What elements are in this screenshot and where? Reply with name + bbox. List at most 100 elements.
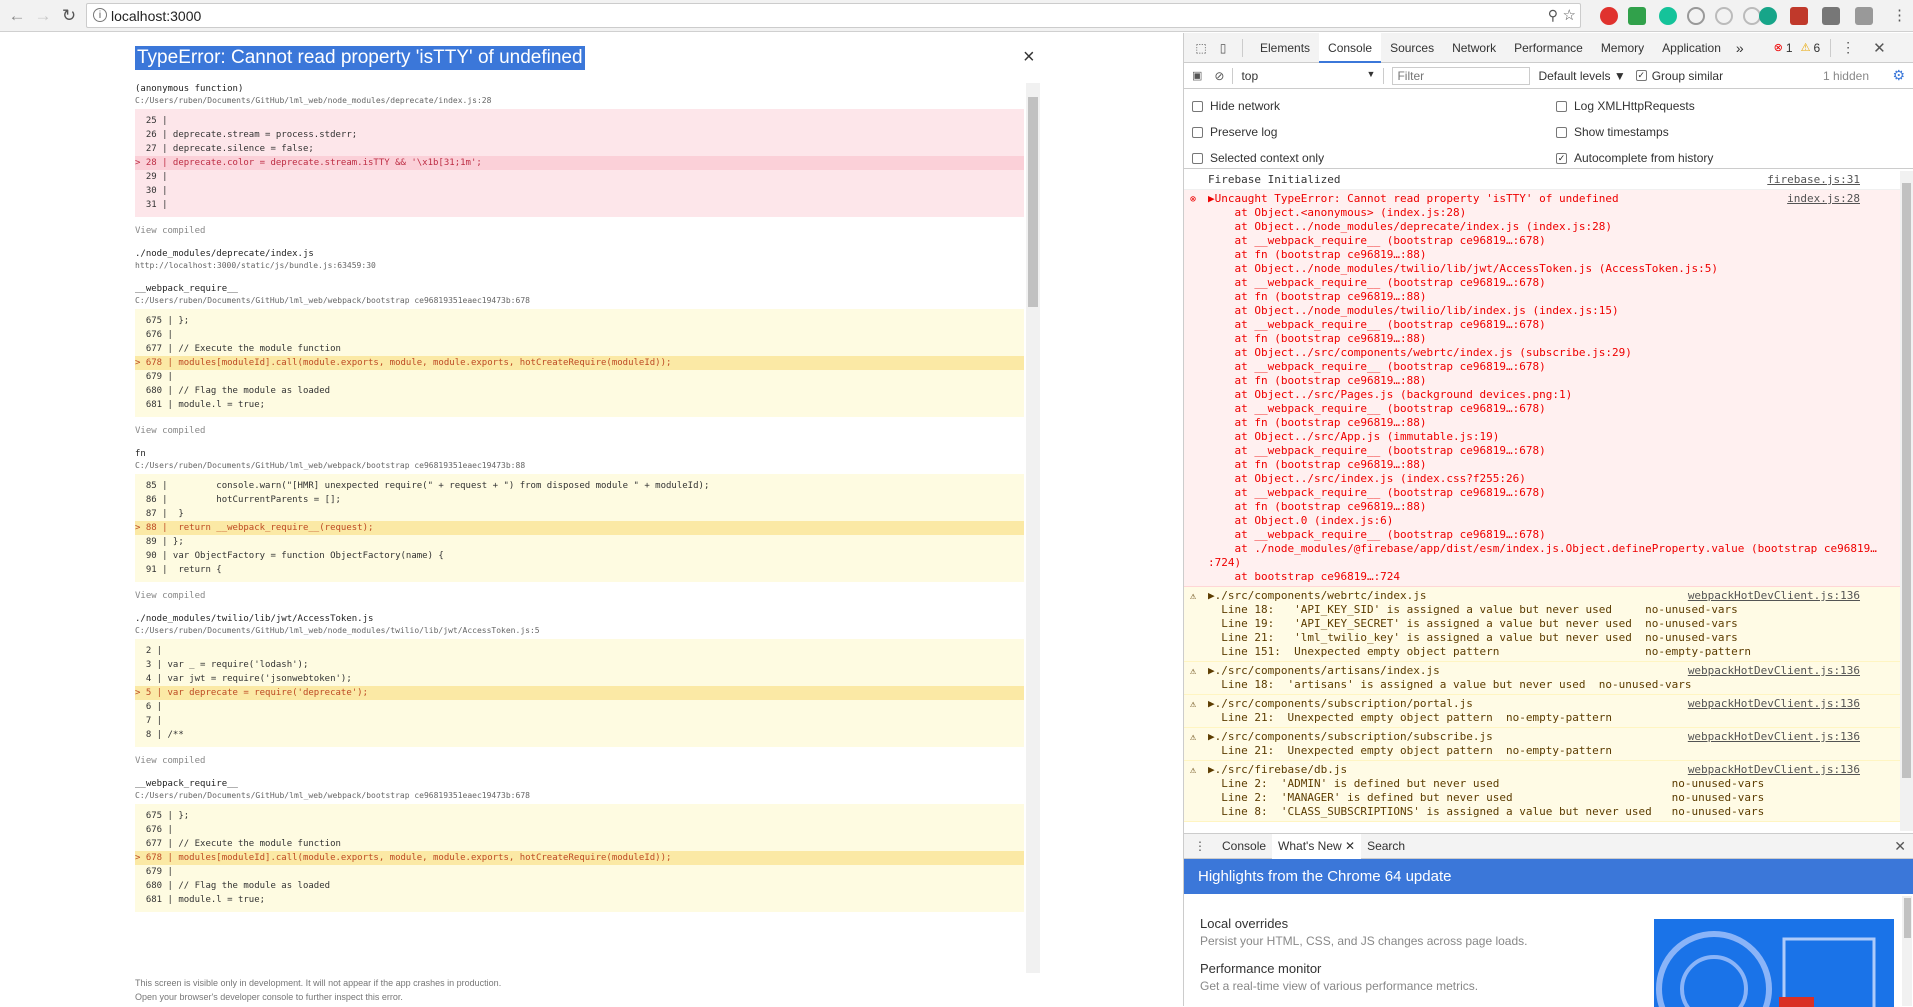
zoom-icon[interactable]: ⚲	[1548, 7, 1558, 24]
feature-local-overrides[interactable]: Local overrides Persist your HTML, CSS, …	[1200, 916, 1528, 948]
drawer-tab[interactable]: What's New ✕	[1272, 833, 1362, 859]
console-message-warn[interactable]: ⚠ ▶./src/components/subscription/subscrib…	[1184, 728, 1900, 761]
frame-file-path: C:/Users/ruben/Documents/GitHub/lml_web/…	[135, 626, 540, 635]
code-line: 26 | deprecate.stream = process.stderr;	[135, 130, 358, 140]
console-message-log[interactable]: Firebase Initialized firebase.js:31	[1184, 171, 1900, 190]
red-extension-icon[interactable]	[1790, 7, 1808, 25]
code-line: 3 | var _ = require('lodash');	[135, 660, 309, 670]
message-source-link[interactable]: firebase.js:31	[1767, 173, 1860, 187]
frame-function-name: __webpack_require__	[135, 779, 238, 789]
message-source-link[interactable]: webpackHotDevClient.js:136	[1688, 664, 1860, 678]
frame-function-name: (anonymous function)	[135, 84, 244, 94]
code-line: > 678 | modules[moduleId].call(module.ex…	[135, 356, 1024, 370]
tab-console[interactable]: Console	[1319, 32, 1382, 63]
autocomplete-checkbox[interactable]: ✓ Autocomplete from history	[1556, 151, 1713, 165]
tab-elements[interactable]: Elements	[1251, 33, 1319, 63]
more-tabs-icon[interactable]: »	[1730, 40, 1750, 56]
code-line: 675 | };	[135, 316, 190, 326]
log-xhr-checkbox[interactable]: Log XMLHttpRequests	[1556, 99, 1695, 113]
console-message-warn[interactable]: ⚠ ▶./src/components/artisans/index.js Lin…	[1184, 662, 1900, 695]
device-toolbar-icon[interactable]: ▯	[1212, 41, 1234, 55]
bookmark-star-icon[interactable]: ☆	[1563, 6, 1576, 24]
view-compiled-link[interactable]: View compiled	[135, 756, 1024, 766]
tab-memory[interactable]: Memory	[1592, 33, 1653, 63]
back-arrow-icon[interactable]: ←	[4, 3, 30, 29]
code-line: 676 |	[135, 825, 179, 835]
tab-network[interactable]: Network	[1443, 33, 1505, 63]
console-message-err[interactable]: ⊗ ▶Uncaught TypeError: Cannot read proper…	[1184, 190, 1900, 587]
warning-icon: ⚠	[1190, 699, 1197, 710]
info-icon[interactable]: i	[93, 8, 107, 22]
footer-line1: This screen is visible only in developme…	[135, 978, 502, 988]
overlay-scrollbar-thumb[interactable]	[1028, 97, 1038, 307]
grammarly-icon[interactable]	[1659, 7, 1677, 25]
gray-extension-icon[interactable]	[1822, 7, 1840, 25]
shield-icon[interactable]	[1628, 7, 1646, 25]
code-snippet: 675 | }; 676 | 677 | // Execute the modu…	[135, 804, 1024, 912]
devtools-menu-icon[interactable]: ⋮	[1841, 39, 1855, 56]
devtools-tabbar: ⬚ ▯ Elements Console Sources Network Perform…	[1184, 32, 1913, 63]
drawer-menu-icon[interactable]: ⋮	[1194, 839, 1206, 853]
adblock-icon[interactable]	[1600, 7, 1618, 25]
console-toolbar: ▣ ⊘ top ▼ Default levels ▼ ✓ Group simil…	[1184, 63, 1913, 89]
tab-sources[interactable]: Sources	[1381, 33, 1443, 63]
code-line: > 28 | deprecate.color = deprecate.strea…	[135, 156, 1024, 170]
forward-arrow-icon[interactable]: →	[30, 3, 56, 29]
show-timestamps-checkbox[interactable]: Show timestamps	[1556, 125, 1669, 139]
code-line: 86 | hotCurrentParents = [];	[135, 495, 341, 505]
tab-performance[interactable]: Performance	[1505, 33, 1592, 63]
message-source-link[interactable]: webpackHotDevClient.js:136	[1688, 763, 1860, 777]
code-line: > 88 | return __webpack_require__(reques…	[135, 521, 1024, 535]
devtools-close-icon[interactable]: ✕	[1873, 39, 1886, 57]
context-select[interactable]: top ▼	[1241, 69, 1375, 83]
message-text: ▶./src/components/subscription/subscribe…	[1208, 730, 1612, 757]
drawer-scrollbar[interactable]	[1902, 896, 1912, 1006]
reload-icon[interactable]: ↻	[56, 3, 82, 29]
code-line: 679 |	[135, 372, 179, 382]
drawer-close-icon[interactable]: ✕	[1894, 838, 1906, 855]
hide-network-checkbox[interactable]: Hide network	[1192, 99, 1280, 113]
drawer-tab[interactable]: Console	[1216, 834, 1272, 859]
warning-count: 6	[1813, 40, 1821, 55]
menu-dots-icon[interactable]: ⋮	[1892, 6, 1907, 24]
drawer-tab[interactable]: Search	[1361, 834, 1411, 859]
feature-performance-monitor[interactable]: Performance monitor Get a real-time view…	[1200, 961, 1478, 993]
download-icon[interactable]	[1855, 7, 1873, 25]
close-tab-icon[interactable]: ✕	[1342, 839, 1355, 853]
console-message-warn[interactable]: ⚠ ▶./src/components/subscription/portal.j…	[1184, 695, 1900, 728]
tab-application[interactable]: Application	[1653, 33, 1730, 63]
preserve-log-checkbox[interactable]: Preserve log	[1192, 125, 1277, 139]
view-compiled-link[interactable]: View compiled	[135, 426, 1024, 436]
message-text: ▶./src/components/webrtc/index.js Line 1…	[1208, 589, 1752, 658]
view-compiled-link[interactable]: View compiled	[135, 591, 1024, 601]
console-filter-input[interactable]	[1392, 66, 1531, 85]
address-bar[interactable]: i localhost:3000 ⚲ ☆	[86, 3, 1581, 28]
message-text: ▶./src/components/subscription/portal.js…	[1208, 697, 1612, 724]
console-scrollbar-thumb[interactable]	[1902, 183, 1911, 778]
code-line: 677 | // Execute the module function	[135, 344, 341, 354]
message-source-link[interactable]: index.js:28	[1787, 192, 1860, 206]
frame-file-path: C:/Users/ruben/Documents/GitHub/lml_web/…	[135, 296, 530, 305]
console-message-warn[interactable]: ⚠ ▶./src/firebase/db.js Line 2: 'ADMIN' i…	[1184, 761, 1900, 822]
message-source-link[interactable]: webpackHotDevClient.js:136	[1688, 697, 1860, 711]
code-line: 90 | var ObjectFactory = function Object…	[135, 551, 444, 561]
view-compiled-link[interactable]: View compiled	[135, 226, 1024, 236]
group-similar-checkbox[interactable]: ✓ Group similar	[1635, 68, 1724, 83]
frame-function-name: ./node_modules/twilio/lib/jwt/AccessToke…	[135, 614, 374, 624]
code-line: 30 |	[135, 186, 173, 196]
m-extension-icon[interactable]	[1759, 7, 1777, 25]
levels-dropdown[interactable]: Default levels ▼	[1538, 69, 1625, 83]
inspect-icon[interactable]: ⬚	[1190, 41, 1212, 55]
sidebar-toggle-icon[interactable]: ▣	[1192, 69, 1202, 82]
code-line: > 5 | var deprecate = require('deprecate…	[135, 686, 1024, 700]
clear-console-icon[interactable]: ⊘	[1214, 69, 1224, 83]
circle-icon[interactable]	[1715, 7, 1733, 25]
group-similar-label: Group similar	[1651, 68, 1724, 83]
selected-context-checkbox[interactable]: Selected context only	[1192, 151, 1324, 165]
close-icon[interactable]: ×	[1023, 46, 1035, 69]
shield-outline-icon[interactable]	[1687, 7, 1705, 25]
console-settings-gear-icon[interactable]: ⚙	[1892, 67, 1905, 84]
console-message-warn[interactable]: ⚠ ▶./src/components/webrtc/index.js Line …	[1184, 587, 1900, 662]
message-source-link[interactable]: webpackHotDevClient.js:136	[1688, 589, 1860, 603]
message-source-link[interactable]: webpackHotDevClient.js:136	[1688, 730, 1860, 744]
